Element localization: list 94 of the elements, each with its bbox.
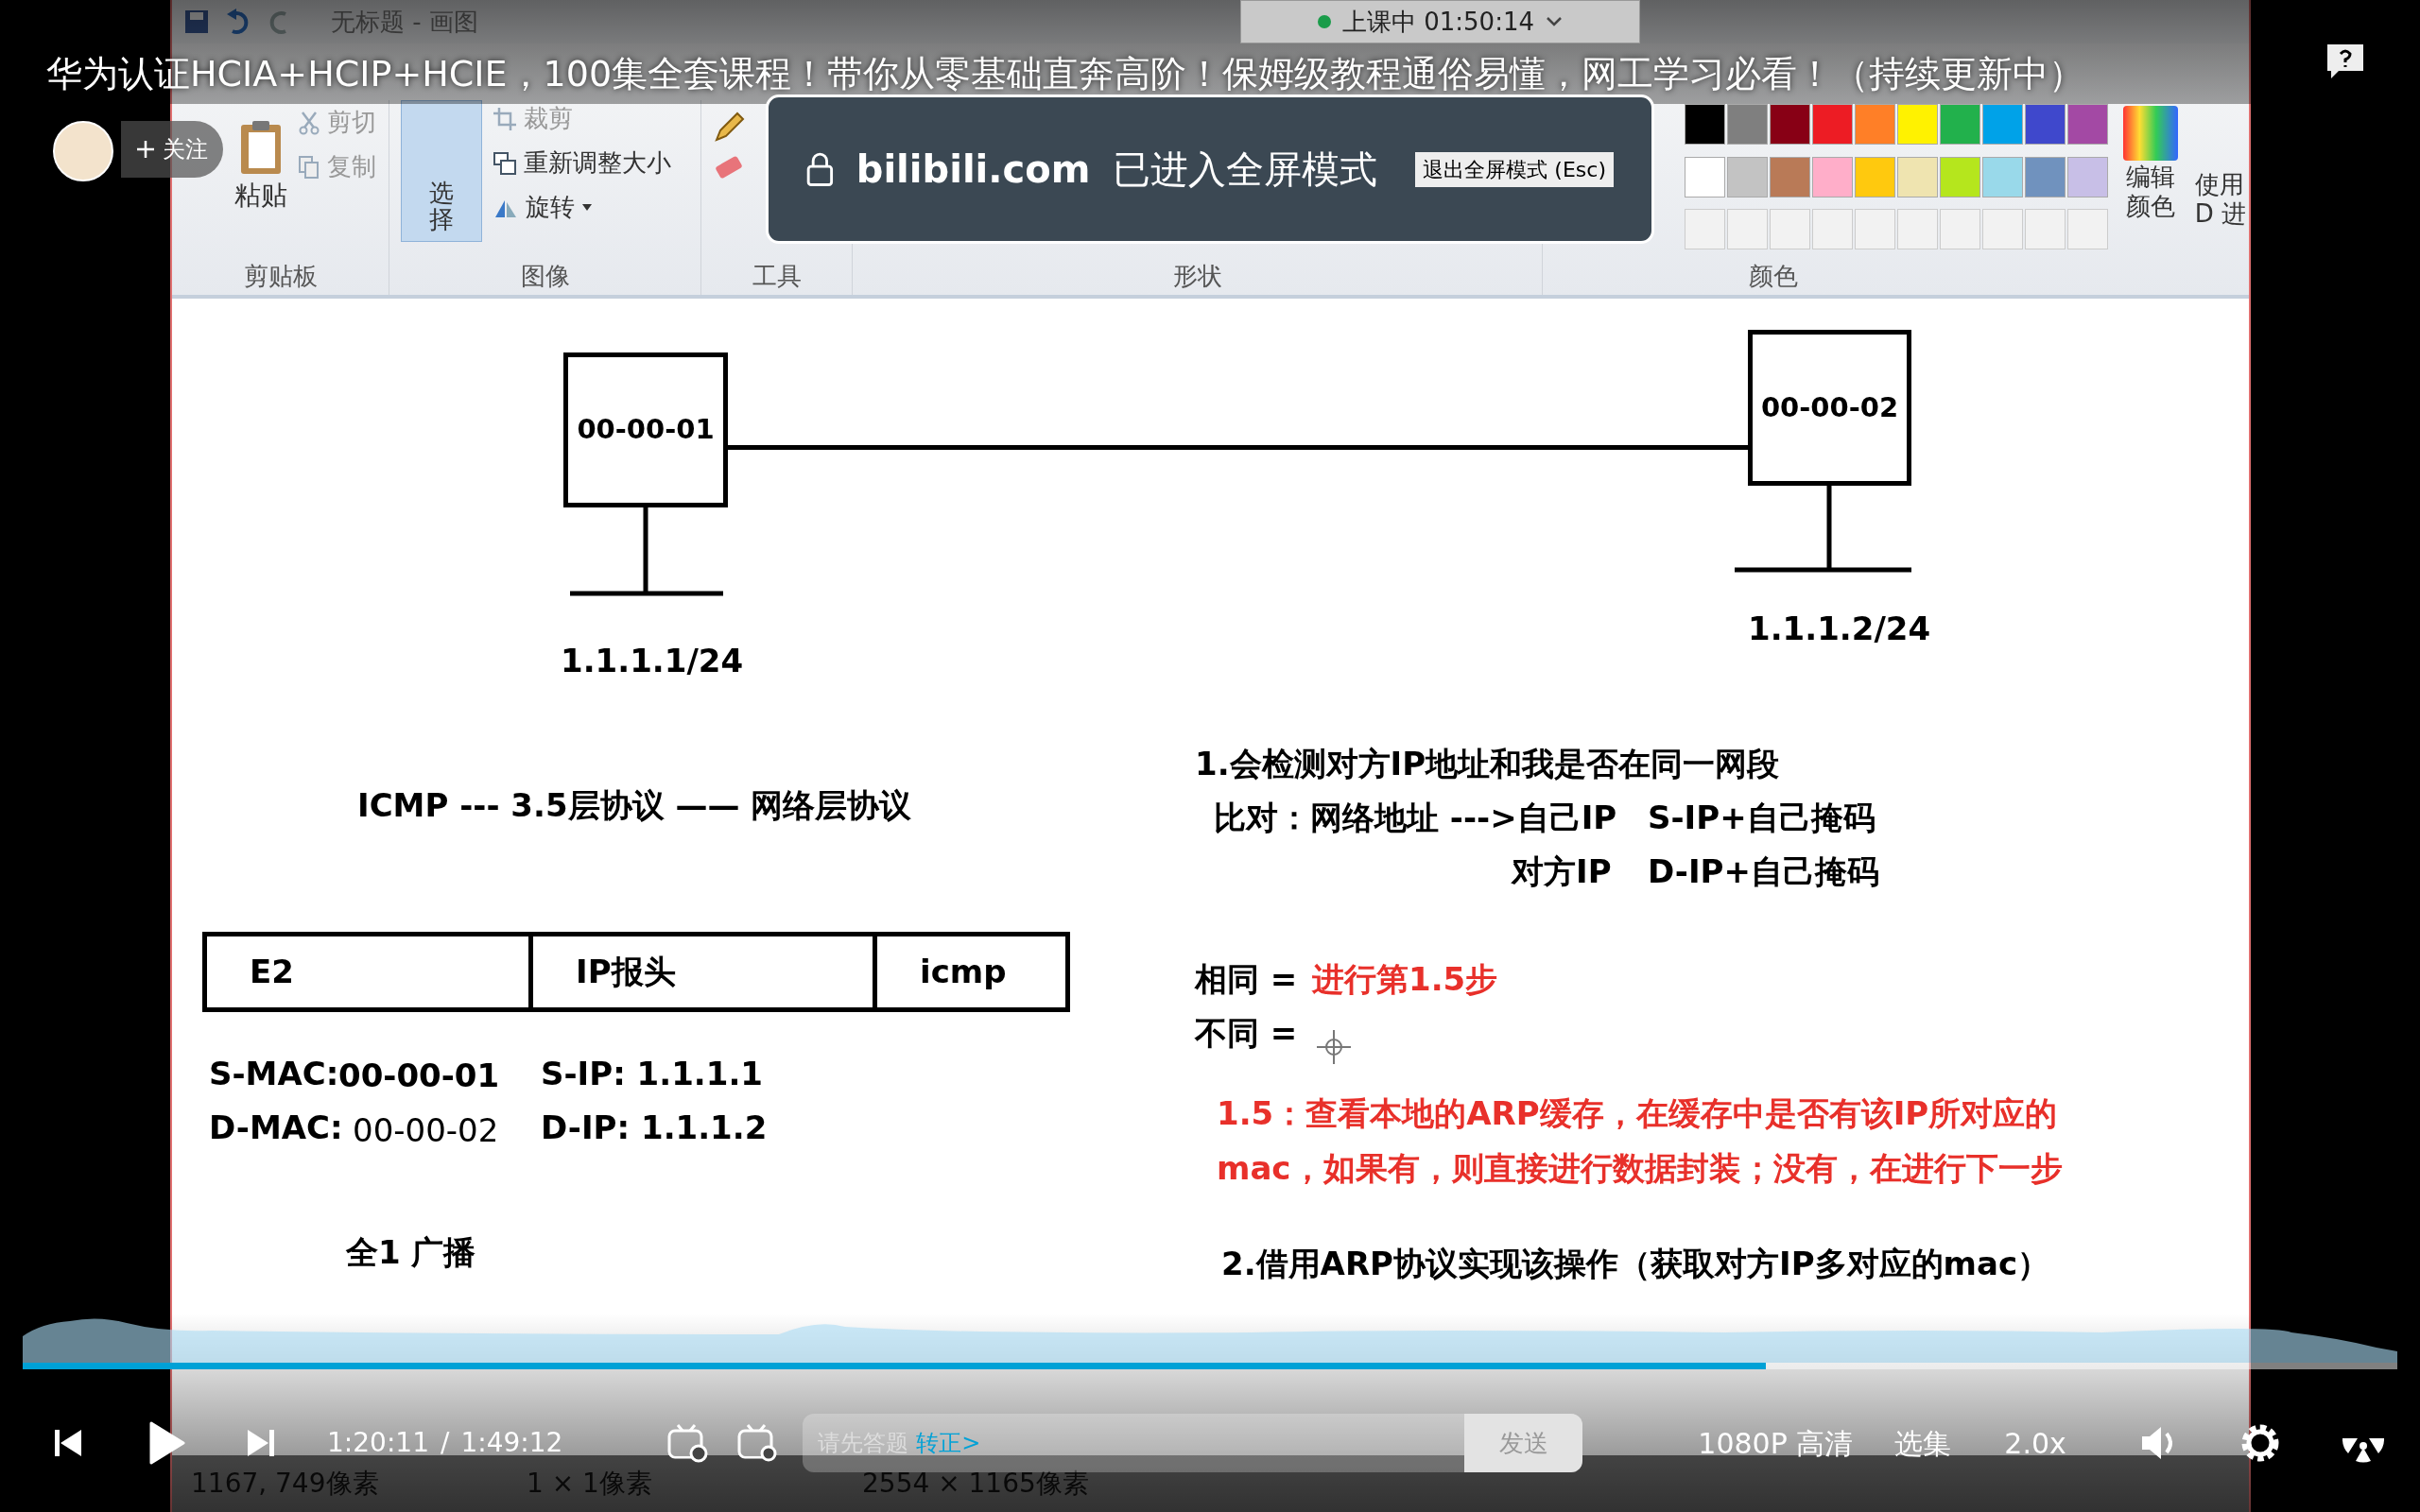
host-box: 00-00-02: [1748, 330, 1911, 486]
paint-3d-button[interactable]: 使用 D 进: [2194, 170, 2249, 258]
color-swatch[interactable]: [2066, 156, 2108, 198]
scissors-icon: [299, 110, 320, 135]
caret-icon: [582, 203, 592, 212]
color-swatch[interactable]: [1769, 104, 1810, 145]
episodes-button[interactable]: 选集: [1894, 1421, 1952, 1465]
note-text: 不同 =: [1195, 1014, 1298, 1052]
play-icon[interactable]: [147, 1421, 185, 1465]
color-swatch[interactable]: [1685, 104, 1725, 145]
note-text: 全1 广播: [346, 1233, 476, 1271]
current-time: 1:20:11: [327, 1426, 429, 1460]
send-button[interactable]: 发送: [1464, 1414, 1583, 1472]
edit-colors-button[interactable]: 编辑颜色: [2123, 163, 2178, 222]
color-swatch[interactable]: [1981, 104, 2023, 145]
color-swatch[interactable]: [1726, 156, 1768, 198]
crop-button[interactable]: 裁剪: [524, 100, 573, 137]
speed-button[interactable]: 2.0x: [2004, 1421, 2066, 1465]
note-text: ICMP --- 3.5层协议 —— 网络层协议: [357, 786, 912, 824]
live-timer: 上课中 01:50:14: [1341, 6, 1534, 38]
color-swatch[interactable]: [2024, 156, 2066, 198]
resize-icon: [493, 151, 516, 175]
resize-button[interactable]: 重新调整大小: [524, 145, 671, 181]
danmaku-settings-icon[interactable]: [736, 1423, 779, 1463]
save-icon[interactable]: [183, 9, 210, 35]
next-icon[interactable]: [246, 1428, 274, 1458]
note-text: S-MAC:: [209, 1055, 339, 1092]
avatar[interactable]: [53, 121, 113, 181]
color-swatch[interactable]: [1981, 156, 2023, 198]
crop-icon: [493, 107, 516, 130]
note-text: 对方IP: [1512, 852, 1612, 890]
note-text: D-IP: 1.1.1.2: [541, 1108, 768, 1146]
previous-icon[interactable]: [55, 1428, 83, 1458]
frame-field: IP报头: [533, 936, 877, 1007]
note-text: 比对：网络地址 --->自己IP: [1214, 799, 1617, 836]
color-swatch[interactable]: [1726, 104, 1768, 145]
note-text: 00-00-02: [353, 1111, 499, 1149]
empty-color-slot[interactable]: [1685, 209, 1725, 250]
color-swatch[interactable]: [1896, 156, 1938, 198]
copy-icon: [299, 155, 320, 179]
color-swatch[interactable]: [1896, 104, 1938, 145]
total-time: 1:49:12: [460, 1426, 563, 1460]
color-swatch[interactable]: [1939, 156, 1980, 198]
pencil-icon[interactable]: [713, 112, 745, 144]
note-text: mac，如果有，则直接进行数据封装；没有，在进行下一步: [1217, 1149, 2063, 1187]
site-name: bilibili.com: [856, 146, 1091, 193]
copy-button[interactable]: 复制: [327, 148, 376, 185]
color-swatch[interactable]: [2066, 104, 2108, 145]
live-badge[interactable]: 上课中 01:50:14: [1240, 0, 1640, 43]
group-label: 形状: [1171, 261, 1223, 292]
exit-hint: 退出全屏模式 (Esc): [1415, 151, 1614, 187]
time-separator: /: [440, 1426, 450, 1460]
frame-field: icmp: [877, 936, 1065, 1007]
cut-button[interactable]: 剪切: [327, 104, 376, 141]
color-swatch[interactable]: [1939, 104, 1980, 145]
color-swatch[interactable]: [1854, 104, 1895, 145]
group-label: 剪贴板: [242, 261, 319, 292]
frame-field: E2: [207, 936, 533, 1007]
ip-label: 1.1.1.1/24: [561, 641, 744, 681]
danmaku-off-icon[interactable]: [666, 1423, 709, 1463]
group-label: 图像: [519, 261, 571, 292]
note-text: 1.5：查看本地的ARP缓存，在缓存中是否有该IP所对应的: [1217, 1094, 2058, 1132]
note-text: 相同 =: [1195, 960, 1298, 998]
note-text: 2.借用ARP协议实现该操作（获取对方IP多对应的mac）: [1221, 1245, 2050, 1282]
note-text: 1.会检测对方IP地址和我是否在同一网段: [1195, 745, 1780, 782]
ip-label: 1.1.1.2/24: [1748, 609, 1931, 649]
color-swatch[interactable]: [1811, 156, 1853, 198]
group-label: 颜色: [1747, 261, 1799, 292]
color-swatch[interactable]: [2024, 104, 2066, 145]
quality-button[interactable]: 1080P 高清: [1698, 1421, 1854, 1465]
color-swatch[interactable]: [1854, 156, 1895, 198]
rotate-button[interactable]: 旋转: [526, 189, 575, 226]
note-text: 00-00-01: [338, 1057, 500, 1094]
note-text: S-IP: 1.1.1.1: [541, 1055, 763, 1092]
upgrade-link[interactable]: 转正>: [916, 1426, 981, 1460]
note-text: 进行第1.5步: [1312, 960, 1498, 998]
color-wheel-icon[interactable]: [2120, 104, 2180, 163]
note-text: D-MAC:: [209, 1108, 343, 1146]
progress-track[interactable]: [23, 1363, 2397, 1369]
window-title: 无标题 - 画图: [331, 6, 478, 38]
color-swatch[interactable]: [1769, 156, 1810, 198]
notice-message: 已进入全屏模式: [1113, 146, 1378, 193]
note-text: D-IP+自己掩码: [1648, 852, 1880, 890]
group-label: 工具: [751, 261, 803, 292]
color-swatch[interactable]: [1811, 104, 1853, 145]
crosshair-icon: [1315, 1028, 1353, 1066]
note-text: S-IP+自己掩码: [1648, 799, 1876, 836]
host-box: 00-00-01: [563, 352, 728, 507]
color-swatch[interactable]: [1685, 156, 1725, 198]
help-icon[interactable]: [2325, 43, 2365, 80]
chevron-down-icon[interactable]: [1546, 16, 1563, 27]
select-button[interactable]: 选择: [401, 100, 482, 242]
paste-button[interactable]: 粘贴: [234, 176, 287, 215]
plus-icon: [136, 140, 155, 159]
